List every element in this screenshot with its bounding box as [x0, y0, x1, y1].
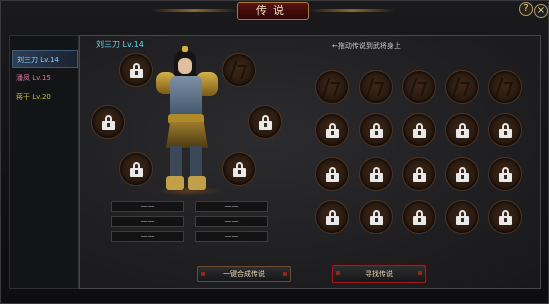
inventory-slot[interactable]	[402, 157, 436, 191]
legend-emblem-icon	[408, 78, 432, 98]
legend-emblem-icon	[365, 78, 389, 98]
lock-icon	[456, 210, 469, 225]
lock-icon	[370, 123, 383, 138]
inventory-slot[interactable]	[488, 70, 522, 104]
inventory-slot[interactable]	[402, 113, 436, 147]
inventory-slot[interactable]	[402, 70, 436, 104]
lock-icon	[413, 123, 426, 138]
hero-name: 刘三刀 Lv.14	[96, 40, 144, 49]
close-icon[interactable]: ×	[534, 4, 548, 18]
lock-icon	[370, 167, 383, 182]
lock-icon	[456, 167, 469, 182]
equip-slot-middle-left[interactable]	[91, 105, 125, 139]
stat-box-5: ——	[111, 231, 184, 242]
legend-window: 传说 ? × 刘三刀 Lv.14 潘凤 Lv.15 蒋干 Lv.20 刘三刀 L…	[0, 0, 549, 304]
legend-emblem-icon	[228, 61, 252, 81]
inventory-slot[interactable]	[445, 70, 479, 104]
legend-emblem-icon	[451, 78, 475, 98]
inventory-slot[interactable]	[402, 200, 436, 234]
combine-legend-button[interactable]: 一键合成传说	[197, 266, 291, 282]
lock-icon	[413, 210, 426, 225]
lock-icon	[326, 167, 339, 182]
stat-box-3: ——	[111, 216, 184, 227]
inventory-slot[interactable]	[315, 200, 349, 234]
inventory-slot[interactable]	[359, 200, 393, 234]
equip-slot-bottom-right[interactable]	[222, 152, 256, 186]
lock-icon	[413, 167, 426, 182]
inventory-slot[interactable]	[359, 157, 393, 191]
lock-icon	[326, 123, 339, 138]
lock-icon	[130, 162, 143, 177]
inventory-slot[interactable]	[488, 200, 522, 234]
stat-box-4: ——	[195, 216, 268, 227]
character-item-1[interactable]: 刘三刀 Lv.14	[12, 50, 78, 68]
stat-box-1: ——	[111, 201, 184, 212]
find-button-label: 寻找传说	[365, 270, 393, 278]
lock-icon	[456, 123, 469, 138]
window-title: 传说	[237, 2, 309, 20]
stat-box-2: ——	[195, 201, 268, 212]
equip-slot-top-left[interactable]	[119, 53, 153, 87]
lock-icon	[499, 123, 512, 138]
lock-icon	[130, 63, 143, 78]
lock-icon	[326, 210, 339, 225]
lock-icon	[499, 210, 512, 225]
lock-icon	[499, 167, 512, 182]
hero-portrait	[156, 46, 226, 196]
equip-slot-top-right[interactable]	[222, 53, 256, 87]
help-icon[interactable]: ?	[519, 2, 533, 16]
inventory-slot[interactable]	[488, 113, 522, 147]
find-legend-button[interactable]: 寻找传说	[332, 265, 426, 283]
inventory-slot[interactable]	[359, 70, 393, 104]
inventory-slot[interactable]	[488, 157, 522, 191]
character-list: 刘三刀 Lv.14 潘凤 Lv.15 蒋干 Lv.20	[9, 35, 79, 289]
lock-icon	[102, 115, 115, 130]
inventory-slot[interactable]	[359, 113, 393, 147]
character-item-2[interactable]: 潘凤 Lv.15	[12, 69, 78, 87]
inventory-slot[interactable]	[445, 113, 479, 147]
title-decoration-right	[309, 9, 395, 12]
inventory-slot[interactable]	[315, 157, 349, 191]
stat-box-6: ——	[195, 231, 268, 242]
character-item-3[interactable]: 蒋干 Lv.20	[12, 88, 78, 106]
lock-icon	[370, 210, 383, 225]
title-decoration-left	[151, 9, 237, 12]
lock-icon	[233, 162, 246, 177]
inventory-slot[interactable]	[445, 200, 479, 234]
legend-emblem-icon	[494, 78, 518, 98]
inventory-slot[interactable]	[315, 70, 349, 104]
combine-button-label: 一键合成传说	[223, 270, 265, 278]
equip-slot-middle-right[interactable]	[248, 105, 282, 139]
drag-hint: ←拖动传说到武将身上	[332, 42, 401, 50]
inventory-slot[interactable]	[315, 113, 349, 147]
lock-icon	[259, 115, 272, 130]
equip-slot-bottom-left[interactable]	[119, 152, 153, 186]
inventory-slot[interactable]	[445, 157, 479, 191]
legend-emblem-icon	[321, 78, 345, 98]
